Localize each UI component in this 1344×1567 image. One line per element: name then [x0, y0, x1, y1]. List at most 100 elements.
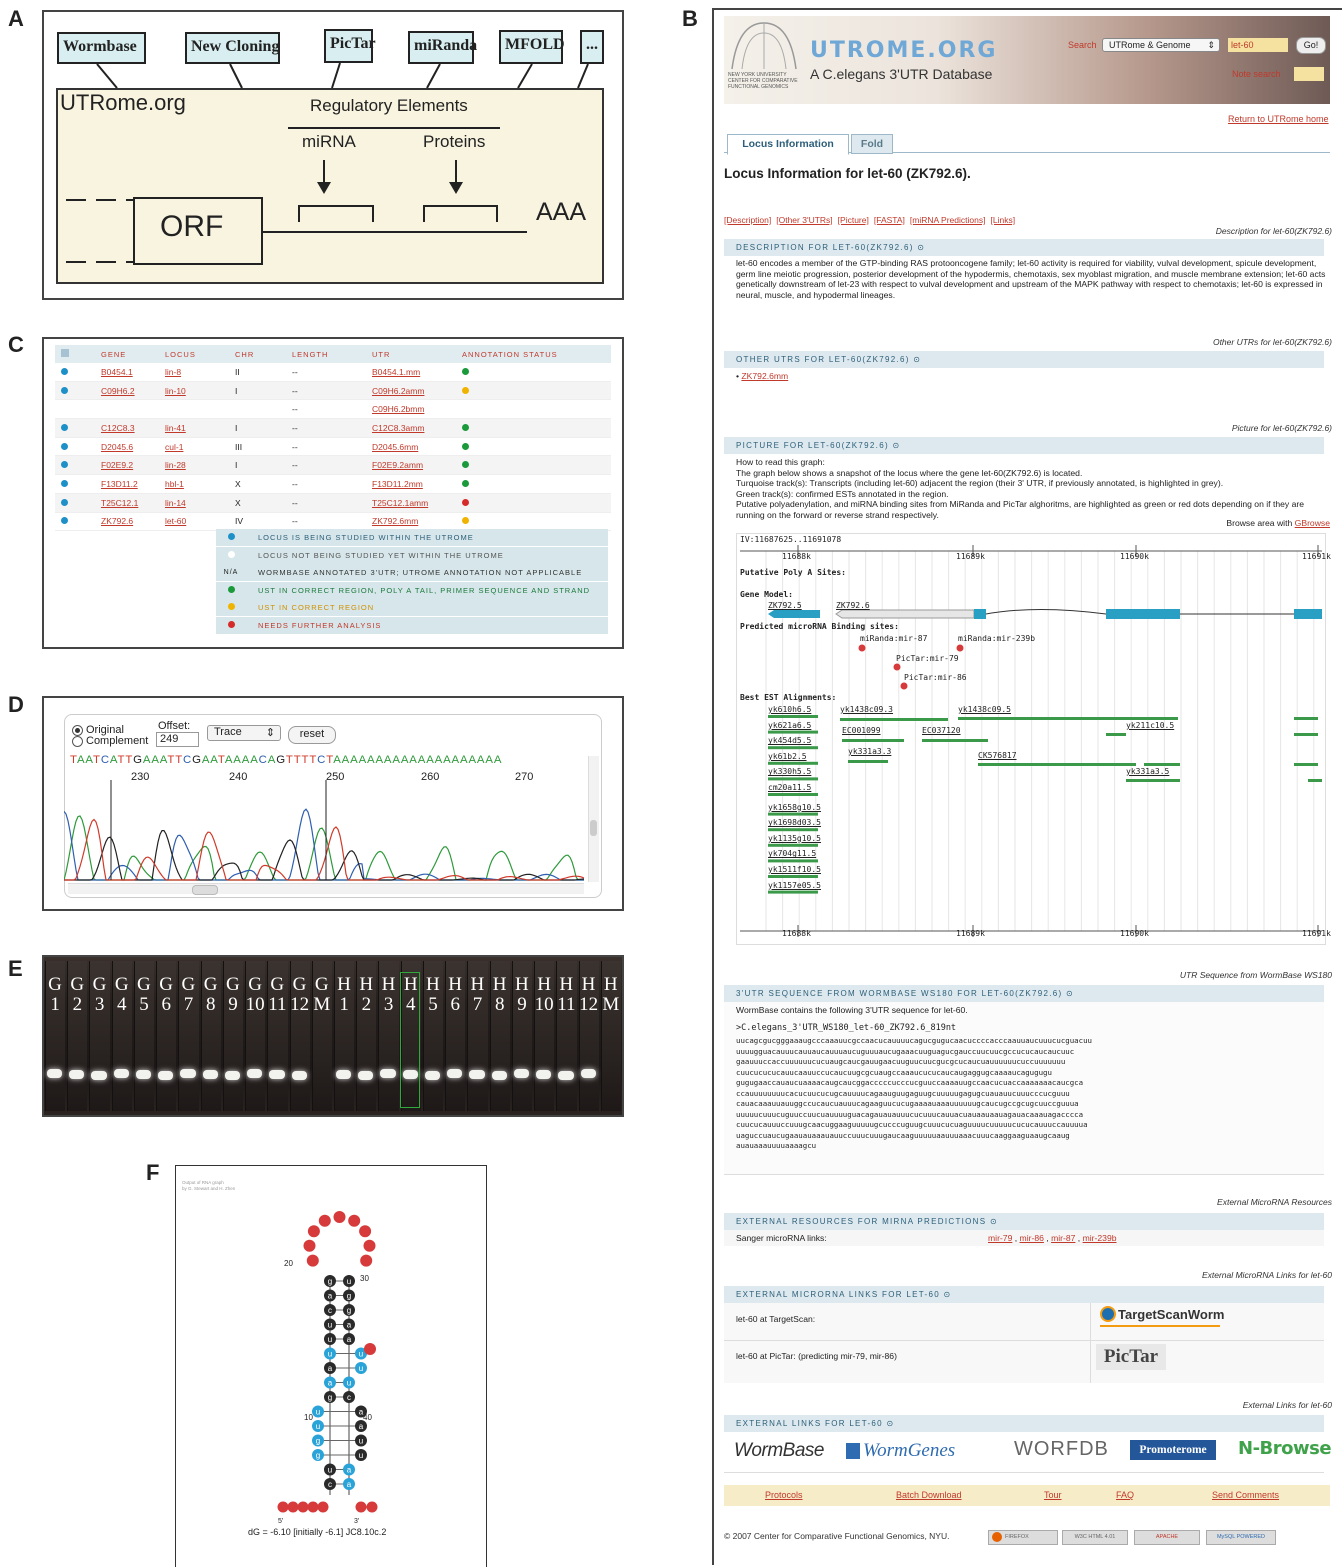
tour-link[interactable]: Tour: [1044, 1490, 1062, 1500]
cell-locus[interactable]: cul-1: [159, 437, 229, 457]
utr-value[interactable]: D2045.6mm: [372, 442, 418, 452]
gene-value[interactable]: F02E9.2: [101, 460, 133, 470]
cell-locus[interactable]: lin-10: [159, 381, 229, 401]
utr-value[interactable]: C09H6.2bmm: [372, 404, 424, 414]
cell-utr[interactable]: C12C8.3amm: [366, 418, 456, 438]
search-scope-select[interactable]: UTRome & Genome ⇕: [1102, 38, 1220, 52]
cell-utr[interactable]: T25C12.1amm: [366, 493, 456, 513]
col-locus[interactable]: LOCUS: [159, 345, 229, 363]
locus-value[interactable]: cul-1: [165, 442, 183, 452]
locus-value[interactable]: lin-41: [165, 423, 186, 433]
gene-value[interactable]: T25C12.1: [101, 498, 138, 508]
targetscan-logo[interactable]: TargetScanWorm: [1100, 1306, 1224, 1322]
wormbase-logo[interactable]: WormBase: [734, 1440, 824, 1462]
complement-radio[interactable]: Complement: [72, 735, 148, 747]
apache-badge[interactable]: APACHE: [1134, 1530, 1200, 1545]
cell-utr[interactable]: C09H6.2amm: [366, 381, 456, 401]
go-button[interactable]: Go!: [1296, 37, 1326, 54]
nbrowse-logo[interactable]: N-Browse: [1238, 1438, 1332, 1459]
cell-gene[interactable]: F13D11.2: [95, 474, 159, 494]
col-status[interactable]: ANNOTATION STATUS: [456, 345, 611, 363]
utr-value[interactable]: T25C12.1amm: [372, 498, 428, 508]
gene-value[interactable]: D2045.6: [101, 442, 133, 452]
col-length[interactable]: LENGTH: [286, 345, 366, 363]
help-icon[interactable]: ⊙: [913, 355, 921, 364]
faq-link[interactable]: FAQ: [1116, 1490, 1134, 1500]
cell-gene[interactable]: ZK792.6: [95, 512, 159, 532]
utr-value[interactable]: F02E9.2amm: [372, 460, 423, 470]
wormgenes-logo[interactable]: WormGenes: [846, 1440, 955, 1462]
cell-utr[interactable]: C09H6.2bmm: [366, 399, 456, 420]
section-anchor-link[interactable]: [Picture]: [838, 215, 869, 225]
note-search-input[interactable]: [1294, 67, 1324, 81]
batch-download-link[interactable]: Batch Download: [896, 1490, 962, 1500]
site-logo[interactable]: UTROME.ORG: [810, 38, 998, 63]
locus-value[interactable]: lin-8: [165, 367, 181, 377]
mode-select[interactable]: Trace ⇕: [207, 725, 281, 741]
cell-gene[interactable]: T25C12.1: [95, 493, 159, 513]
utr-value[interactable]: ZK792.6mm: [372, 516, 418, 526]
gene-value[interactable]: F13D11.2: [101, 479, 138, 489]
section-anchor-link[interactable]: [Links]: [990, 215, 1015, 225]
horizontal-scroll-thumb[interactable]: [192, 885, 218, 895]
gene-value[interactable]: C12C8.3: [101, 423, 135, 433]
cell-utr[interactable]: ZK792.6mm: [366, 512, 456, 532]
cell-locus[interactable]: lin-14: [159, 493, 229, 513]
help-icon[interactable]: ⊙: [1066, 989, 1074, 998]
cell-utr[interactable]: F02E9.2amm: [366, 455, 456, 476]
locus-value[interactable]: let-60: [165, 516, 186, 526]
sanger-mirna-link[interactable]: mir-86: [1020, 1233, 1044, 1243]
return-home-link[interactable]: Return to UTRome home: [1228, 114, 1329, 124]
other-utr-link[interactable]: ZK792.6mm: [741, 371, 788, 381]
locus-value[interactable]: hbl-1: [165, 479, 184, 489]
utr-value[interactable]: F13D11.2mm: [372, 479, 423, 489]
cell-utr[interactable]: D2045.6mm: [366, 437, 456, 457]
protocols-link[interactable]: Protocols: [765, 1490, 803, 1500]
cell-gene[interactable]: D2045.6: [95, 437, 159, 457]
section-anchor-link[interactable]: [FASTA]: [874, 215, 905, 225]
col-gene[interactable]: GENE: [95, 345, 159, 363]
cell-locus[interactable]: lin-41: [159, 418, 229, 438]
reset-button[interactable]: reset: [288, 726, 336, 744]
cell-locus[interactable]: hbl-1: [159, 474, 229, 494]
send-comments-link[interactable]: Send Comments: [1212, 1490, 1279, 1500]
pictar-logo[interactable]: PicTar: [1096, 1344, 1166, 1370]
mysql-badge[interactable]: MySQL POWERED: [1206, 1530, 1276, 1545]
tab-fold[interactable]: Fold: [851, 134, 893, 154]
col-chr[interactable]: CHR: [229, 345, 286, 363]
locus-value[interactable]: lin-14: [165, 498, 186, 508]
cell-gene[interactable]: B0454.1: [95, 363, 159, 382]
sanger-mirna-link[interactable]: mir-79: [988, 1233, 1012, 1243]
cell-locus[interactable]: lin-28: [159, 455, 229, 476]
cell-locus[interactable]: [159, 399, 229, 420]
help-icon[interactable]: ⊙: [892, 441, 900, 450]
vertical-scrollbar[interactable]: [588, 756, 599, 882]
worfdb-logo[interactable]: WORFDB: [1014, 1438, 1109, 1461]
utr-value[interactable]: C12C8.3amm: [372, 423, 424, 433]
utr-value[interactable]: B0454.1.mm: [372, 367, 420, 377]
sanger-mirna-link[interactable]: mir-239b: [1083, 1233, 1117, 1243]
locus-value[interactable]: lin-28: [165, 460, 186, 470]
cell-locus[interactable]: lin-8: [159, 363, 229, 382]
cell-utr[interactable]: B0454.1.mm: [366, 363, 456, 382]
section-anchor-link[interactable]: [Description]: [724, 215, 771, 225]
help-icon[interactable]: ⊙: [886, 1419, 894, 1428]
cell-gene[interactable]: [95, 399, 159, 420]
gene-value[interactable]: C09H6.2: [101, 386, 135, 396]
help-icon[interactable]: ⊙: [990, 1217, 998, 1226]
firefox-badge[interactable]: FIREFOX: [988, 1530, 1058, 1545]
promoterome-logo[interactable]: Promoterome: [1130, 1440, 1216, 1460]
cell-gene[interactable]: C12C8.3: [95, 418, 159, 438]
gbrowse-link[interactable]: GBrowse: [1295, 518, 1330, 528]
offset-input[interactable]: 249: [156, 732, 199, 747]
col-utr[interactable]: UTR: [366, 345, 456, 363]
tab-locus-information[interactable]: Locus Information: [727, 134, 849, 155]
horizontal-scrollbar[interactable]: [68, 883, 584, 895]
cell-utr[interactable]: F13D11.2mm: [366, 474, 456, 494]
gene-value[interactable]: B0454.1: [101, 367, 133, 377]
section-anchor-link[interactable]: [miRNA Predictions]: [910, 215, 986, 225]
locus-value[interactable]: lin-10: [165, 386, 186, 396]
search-input[interactable]: let-60: [1228, 38, 1288, 52]
help-icon[interactable]: ⊙: [943, 1290, 951, 1299]
utr-value[interactable]: C09H6.2amm: [372, 386, 424, 396]
